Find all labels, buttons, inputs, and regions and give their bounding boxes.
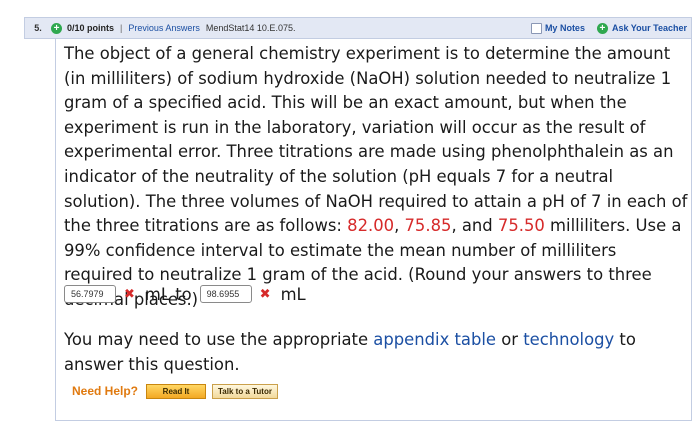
incorrect-icon: ✖	[124, 286, 135, 302]
comma-1: ,	[394, 216, 405, 236]
upper-unit-label: mL	[280, 284, 306, 304]
read-it-button[interactable]: Read It	[146, 383, 207, 399]
points-score: 0/10 points	[67, 23, 115, 33]
talk-to-tutor-button[interactable]: Talk to a Tutor	[212, 383, 278, 399]
help-section: Need Help? Read It Talk to a Tutor	[72, 381, 284, 401]
volume-value-1: 82.00	[347, 216, 395, 236]
volume-value-3: 75.50	[497, 216, 545, 236]
notes-checkbox-icon[interactable]	[530, 22, 542, 34]
question-prompt: The object of a general chemistry experi…	[64, 42, 688, 313]
incorrect-icon: ✖	[259, 286, 271, 302]
my-notes-link[interactable]: My Notes	[545, 23, 585, 33]
question-number: 5.	[34, 23, 42, 33]
plus-circle-icon[interactable]: +	[596, 22, 608, 34]
need-help-label: Need Help?	[72, 384, 139, 398]
ask-your-teacher-link[interactable]: Ask Your Teacher	[612, 23, 687, 33]
question-text-before: The object of a general chemistry experi…	[64, 44, 688, 236]
appendix-table-link[interactable]: appendix table	[373, 330, 496, 349]
header-separator: |	[120, 23, 123, 33]
lower-bound-input[interactable]: 56.7979	[64, 285, 116, 303]
comma-2: , and	[451, 216, 498, 236]
lower-unit-label: mL to	[144, 284, 192, 304]
appendix-note: You may need to use the appropriate appe…	[64, 328, 688, 377]
problem-id: MendStat14 10.E.075.	[205, 23, 296, 33]
note-or: or	[496, 330, 524, 349]
technology-link[interactable]: technology	[523, 330, 614, 349]
note-text-before: You may need to use the appropriate	[64, 330, 374, 349]
plus-circle-icon[interactable]: +	[51, 22, 62, 34]
answer-row: 56.7979 ✖ mL to 98.6955 ✖ mL	[64, 282, 684, 306]
volume-value-2: 75.85	[404, 216, 452, 236]
upper-bound-input[interactable]: 98.6955	[199, 285, 252, 303]
question-header-bar: 5. + 0/10 points | Previous Answers Mend…	[24, 17, 692, 39]
previous-answers-link[interactable]: Previous Answers	[128, 23, 200, 33]
